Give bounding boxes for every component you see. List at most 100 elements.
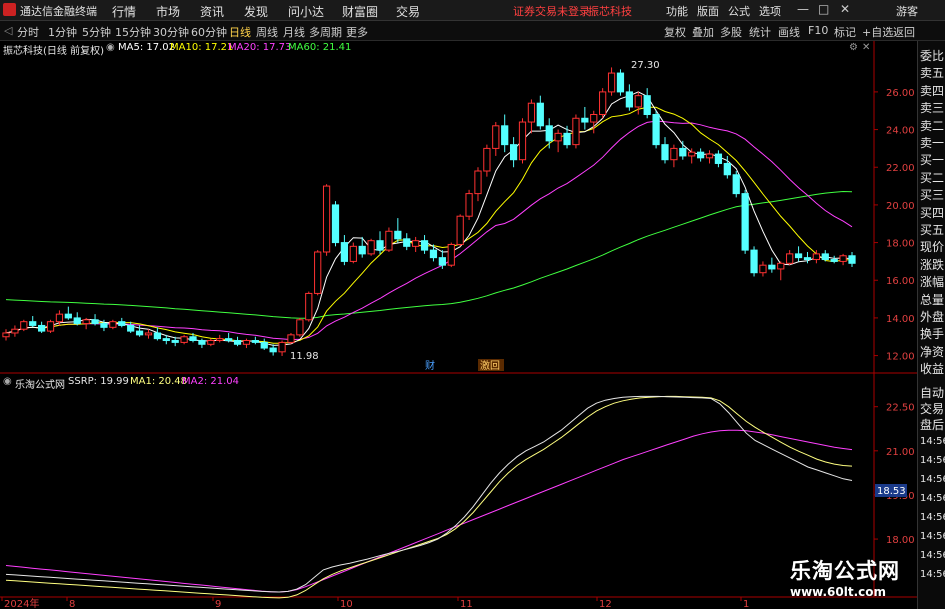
candle-body <box>73 317 81 325</box>
tick-time-5: 14:56 <box>920 531 945 542</box>
candle <box>554 129 562 153</box>
candle <box>670 144 678 168</box>
candle <box>91 314 99 326</box>
candle-body <box>714 153 723 164</box>
price-label: 22.00 <box>886 163 915 174</box>
candle <box>803 251 812 264</box>
candle-body <box>420 240 429 251</box>
candle <box>848 251 856 268</box>
candle-body <box>465 193 473 217</box>
indicator-label: 18.00 <box>886 535 915 546</box>
candle-body <box>518 121 527 161</box>
watermark-title: 乐淘公式网 <box>790 559 900 583</box>
candle-body <box>109 321 117 328</box>
ma60-line <box>5 190 853 319</box>
candle-body <box>741 193 749 251</box>
quote-label-1: 卖五 <box>920 66 945 81</box>
candle <box>278 340 286 356</box>
candle-body <box>349 245 357 262</box>
indicator-lines-group <box>5 395 853 599</box>
candle-body <box>821 253 829 261</box>
ma5-line <box>5 91 853 346</box>
candle <box>180 334 188 345</box>
candle <box>447 242 455 268</box>
candle-body <box>803 257 812 261</box>
candle <box>429 244 438 262</box>
candle-body <box>599 91 607 116</box>
candle-body <box>545 125 553 142</box>
candle <box>216 334 224 343</box>
ma10-line-group <box>5 106 853 344</box>
candle-body <box>812 253 820 261</box>
candle-body <box>554 132 562 142</box>
candle <box>661 137 669 164</box>
candle-body <box>189 336 197 342</box>
candle <box>786 250 794 266</box>
candle <box>572 114 580 149</box>
candle <box>456 214 464 247</box>
candle-body <box>216 338 224 342</box>
tick-time-7: 14:56 <box>920 569 945 580</box>
time-axis: 2024年 8 9 10 11 12 1 <box>1 597 749 609</box>
candle-body <box>732 174 740 195</box>
quote-label-6: 买一 <box>920 153 945 168</box>
price-label: 18.00 <box>886 239 915 250</box>
candle-body <box>670 147 678 161</box>
annotation-low: 11.98 <box>290 351 319 362</box>
candle <box>314 250 322 296</box>
candle <box>207 338 215 347</box>
ma1-line <box>5 395 853 599</box>
candle <box>225 332 233 343</box>
time-label: 8 <box>69 599 75 609</box>
candle-body <box>616 72 625 93</box>
candle <box>483 144 491 177</box>
candle-body <box>581 117 589 123</box>
price-axis: 26.00 24.00 22.00 20.00 18.00 16.00 14.00 12.00 <box>874 88 915 363</box>
quote-label-15: 外盘 <box>920 310 945 324</box>
candle-body <box>287 334 295 343</box>
candle <box>233 336 242 347</box>
candle <box>305 291 313 322</box>
tick-time-1: 14:56 <box>920 455 945 466</box>
candle-body <box>527 102 536 123</box>
candle <box>714 150 723 168</box>
candle-body <box>314 251 322 294</box>
time-label: 9 <box>215 599 221 609</box>
candle-body <box>661 144 669 161</box>
candle-body <box>367 240 375 255</box>
candle <box>474 167 482 202</box>
candle <box>545 118 553 149</box>
indicator-label: 21.00 <box>886 447 915 458</box>
candle-body <box>572 117 580 146</box>
quote-side-panel: 委比 卖五 卖四 卖三 卖二 卖一 买一 买二 买三 买四 买五 现价 涨跌 涨幅 总量 外盘 换手 净资 收益 自… <box>917 41 945 609</box>
candle-body <box>207 340 215 345</box>
kline-chart[interactable]: 26.00 24.00 22.00 20.00 18.00 16.00 14.00 12.00… <box>0 0 917 609</box>
quote-label-16: 换手 <box>920 327 945 342</box>
candle-body <box>412 240 420 247</box>
candle-body <box>536 102 544 127</box>
candle-body <box>563 132 571 146</box>
candle-body <box>394 230 402 240</box>
candle <box>563 125 571 149</box>
candle-body <box>296 319 304 336</box>
candle <box>527 99 536 134</box>
candle <box>590 110 598 134</box>
candle-body <box>46 321 55 332</box>
candle-body <box>162 338 170 342</box>
price-label: 12.00 <box>886 352 915 363</box>
candle-body <box>634 95 642 108</box>
candle <box>385 227 393 252</box>
candle-body <box>153 332 162 340</box>
candle-body <box>839 255 847 262</box>
time-label: 2024年 <box>4 597 39 609</box>
tag-cai[interactable]: 财 <box>425 359 435 372</box>
candle-body <box>198 340 206 345</box>
quote-label-17: 净资 <box>920 344 945 359</box>
candle-body <box>242 340 251 345</box>
quote-label-10: 买五 <box>920 223 945 237</box>
candle <box>331 201 340 247</box>
candle <box>287 332 295 345</box>
tag-jihui[interactable]: 激回 <box>480 359 500 372</box>
candle-body <box>688 151 696 157</box>
candle <box>777 261 785 281</box>
